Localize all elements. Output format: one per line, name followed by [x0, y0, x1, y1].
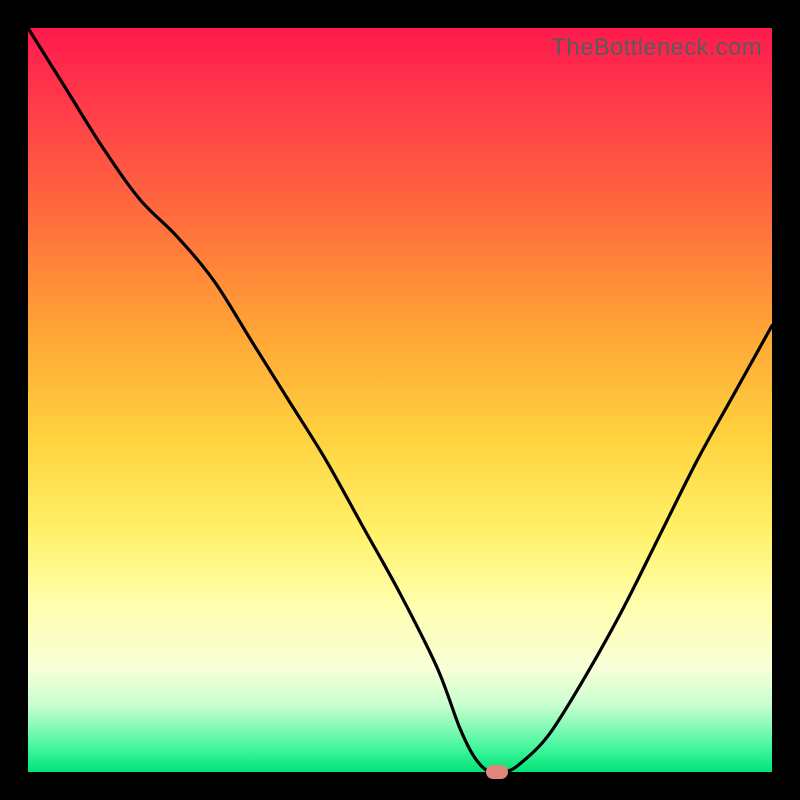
optimum-marker: [486, 765, 508, 779]
chart-frame: TheBottleneck.com: [0, 0, 800, 800]
plot-area: TheBottleneck.com: [28, 28, 772, 772]
bottleneck-curve: [28, 28, 772, 772]
